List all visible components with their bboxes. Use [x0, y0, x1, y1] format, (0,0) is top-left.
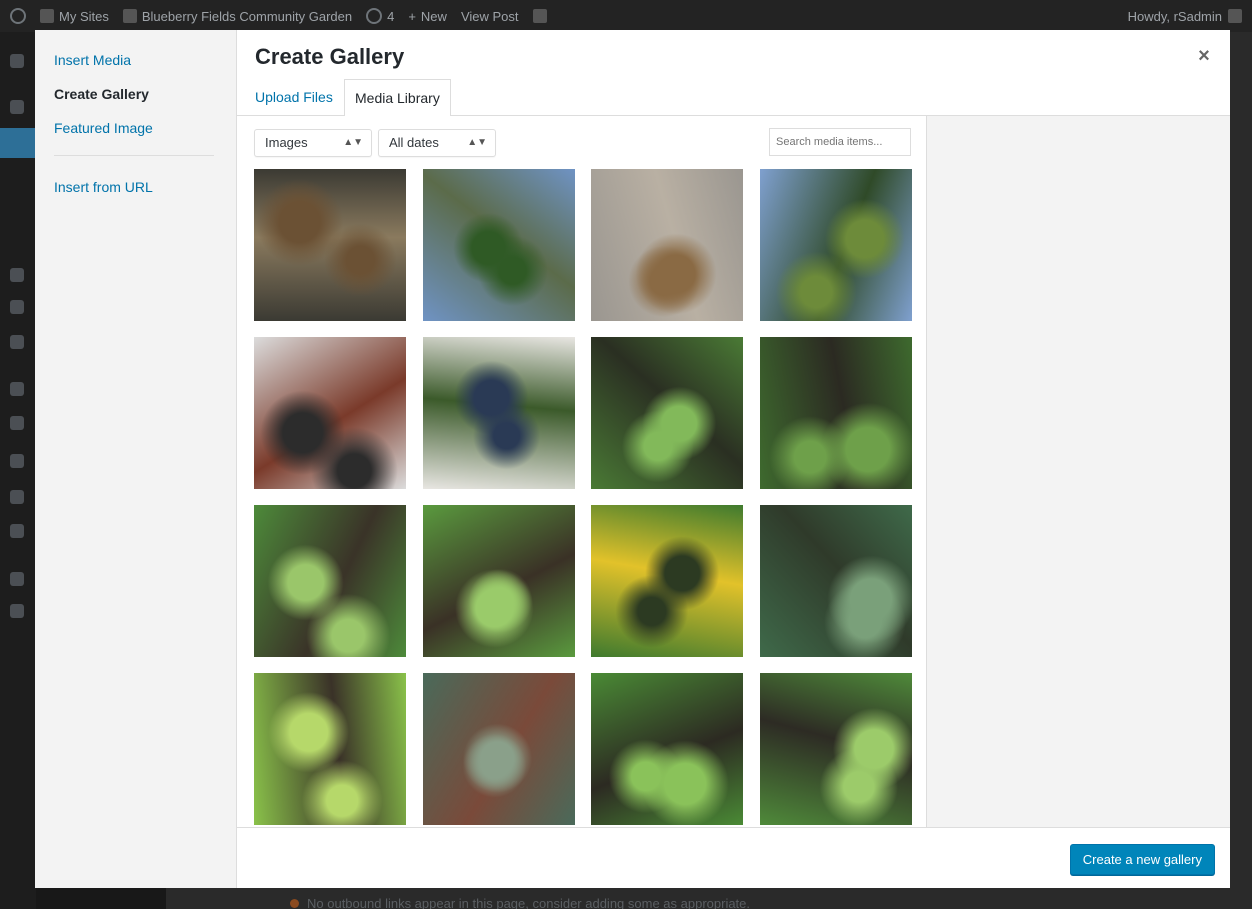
admin-bar-item-updates[interactable]: 4	[366, 8, 394, 24]
admin-bar-item-my-sites[interactable]: My Sites	[40, 9, 109, 24]
close-icon[interactable]: ×	[1192, 44, 1216, 68]
tools-icon[interactable]	[10, 490, 24, 504]
media-thumbnail[interactable]	[591, 337, 743, 489]
menu-item-create-gallery[interactable]: Create Gallery	[54, 86, 149, 102]
avatar	[1228, 9, 1242, 23]
plus-icon: +	[408, 8, 416, 24]
tab-media-library[interactable]: Media Library	[344, 79, 451, 117]
media-thumbnail[interactable]	[591, 673, 743, 825]
outbound-links-notice: No outbound links appear in this page, c…	[290, 896, 750, 909]
media-thumbnail[interactable]	[254, 337, 406, 489]
select-arrows-icon: ▲▼	[343, 137, 363, 148]
media-search-input[interactable]	[769, 128, 911, 156]
feedback-icon[interactable]	[10, 335, 24, 349]
media-thumbnail[interactable]	[422, 673, 575, 825]
warning-dot-icon	[290, 899, 299, 908]
admin-side-menu	[0, 32, 36, 909]
media-router-tabs: Upload Files Media Library	[237, 79, 1230, 117]
media-thumbnail[interactable]	[591, 505, 743, 657]
seo-icon[interactable]	[532, 9, 547, 23]
settings-icon[interactable]	[10, 524, 24, 538]
media-thumbnail[interactable]	[422, 337, 575, 489]
home-icon	[122, 9, 137, 23]
media-type-filter[interactable]: Images ▲▼	[254, 129, 372, 157]
select-arrows-icon: ▲▼	[467, 137, 487, 148]
menu-item-insert-from-url[interactable]: Insert from URL	[54, 179, 153, 195]
media-date-filter[interactable]: All dates ▲▼	[378, 129, 496, 157]
admin-bar-account[interactable]: Howdy, rSadmin	[1128, 9, 1242, 24]
admin-bar-item-view-post[interactable]: View Post	[461, 9, 519, 24]
menu-separator	[54, 155, 214, 156]
attachments-browser: Images ▲▼ All dates ▲▼	[237, 116, 926, 827]
admin-bar-item-site[interactable]: Blueberry Fields Community Garden	[122, 9, 352, 24]
admin-bar: My Sites Blueberry Fields Community Gard…	[0, 0, 1252, 32]
media-thumbnail[interactable]	[254, 673, 406, 825]
users-icon[interactable]	[10, 454, 24, 468]
media-icon[interactable]	[0, 128, 36, 158]
media-thumbnail[interactable]	[591, 169, 743, 321]
posts-icon[interactable]	[10, 100, 24, 114]
attachment-details-sidebar	[926, 116, 1230, 827]
side-menu-bottom	[36, 888, 166, 909]
collapse-icon[interactable]	[10, 604, 24, 618]
media-thumbnail[interactable]	[254, 505, 406, 657]
media-thumbnail[interactable]	[422, 505, 575, 657]
create-gallery-button[interactable]: Create a new gallery	[1069, 844, 1215, 875]
media-thumbnail[interactable]	[254, 169, 406, 321]
media-thumbnail[interactable]	[759, 673, 912, 825]
menu-item-featured-image[interactable]: Featured Image	[54, 120, 153, 136]
tab-upload-files[interactable]: Upload Files	[245, 79, 343, 116]
media-thumbnail[interactable]	[422, 169, 575, 321]
media-toolbar: Create a new gallery	[237, 827, 1230, 888]
media-thumbnail[interactable]	[759, 337, 912, 489]
modal-title: Create Gallery	[255, 44, 405, 69]
media-frame-menu: Insert Media Create Gallery Featured Ima…	[35, 30, 237, 888]
appearance-icon[interactable]	[10, 382, 24, 396]
media-modal: Insert Media Create Gallery Featured Ima…	[35, 30, 1230, 888]
media-thumbnail[interactable]	[759, 169, 912, 321]
comments-icon[interactable]	[10, 300, 24, 314]
seo-menu-icon[interactable]	[10, 572, 24, 586]
menu-item-insert-media[interactable]: Insert Media	[54, 52, 131, 68]
dashboard-icon[interactable]	[10, 54, 24, 68]
admin-bar-item-new[interactable]: + New	[408, 9, 447, 24]
media-thumbnail[interactable]	[759, 505, 912, 657]
updates-icon	[366, 8, 383, 24]
plugins-icon[interactable]	[10, 416, 24, 430]
wordpress-logo-icon[interactable]	[10, 8, 26, 24]
pages-icon[interactable]	[10, 268, 24, 282]
my-sites-icon	[40, 9, 54, 23]
